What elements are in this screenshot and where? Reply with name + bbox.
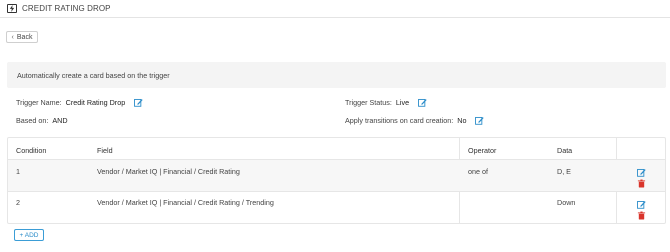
trigger-status-field: Trigger Status: Live xyxy=(345,98,427,107)
apply-transitions-value: No xyxy=(457,116,467,125)
column-header-field: Field xyxy=(97,146,113,155)
chevron-left-icon: ‹ xyxy=(11,33,14,41)
row-actions xyxy=(637,168,646,188)
add-condition-button[interactable]: + ADD xyxy=(14,229,44,241)
column-header-condition: Condition xyxy=(16,146,47,155)
based-on-label: Based on: xyxy=(16,116,49,125)
table-row: 2 Vendor / Market IQ | Financial / Credi… xyxy=(8,192,665,223)
edit-icon[interactable] xyxy=(637,168,646,177)
trigger-status-label: Trigger Status: xyxy=(345,98,392,107)
banner-text: Automatically create a card based on the… xyxy=(17,71,170,80)
edit-icon[interactable] xyxy=(475,116,485,125)
data-cell: Down xyxy=(557,198,576,207)
info-banner: Automatically create a card based on the… xyxy=(7,62,666,88)
edit-icon[interactable] xyxy=(418,98,427,107)
page-title: CREDIT RATING DROP xyxy=(22,4,111,13)
based-on-value: AND xyxy=(52,116,68,125)
field-cell: Vendor / Market IQ | Financial / Credit … xyxy=(97,167,240,176)
trigger-name-label: Trigger Name: xyxy=(16,98,62,107)
trigger-status-value: Live xyxy=(395,98,410,107)
table-header-row: Condition Field Operator Data xyxy=(8,138,665,160)
apply-transitions-label: Apply transitions on card creation: xyxy=(345,116,454,125)
column-header-operator: Operator xyxy=(468,146,497,155)
back-button[interactable]: ‹ Back xyxy=(6,31,38,43)
page-header: CREDIT RATING DROP xyxy=(0,0,670,18)
lightning-bolt-icon xyxy=(7,4,17,13)
apply-transitions-field: Apply transitions on card creation: No xyxy=(345,116,485,125)
row-actions xyxy=(637,200,646,220)
field-cell: Vendor / Market IQ | Financial / Credit … xyxy=(97,198,274,207)
trash-icon[interactable] xyxy=(637,211,646,220)
conditions-table: Condition Field Operator Data 1 Vendor /… xyxy=(7,137,666,224)
condition-cell: 1 xyxy=(16,167,20,176)
table-row: 1 Vendor / Market IQ | Financial / Credi… xyxy=(8,160,665,192)
edit-icon[interactable] xyxy=(134,98,143,107)
trigger-name-value: Credit Rating Drop xyxy=(65,98,126,107)
trash-icon[interactable] xyxy=(637,179,646,188)
operator-cell: one of xyxy=(468,167,488,176)
edit-icon[interactable] xyxy=(637,200,646,209)
condition-cell: 2 xyxy=(16,198,20,207)
back-button-label: Back xyxy=(16,33,33,41)
based-on-field: Based on: AND xyxy=(16,116,68,125)
column-header-data: Data xyxy=(557,146,573,155)
data-cell: D, E xyxy=(557,167,571,176)
trigger-name-field: Trigger Name: Credit Rating Drop xyxy=(16,98,143,107)
